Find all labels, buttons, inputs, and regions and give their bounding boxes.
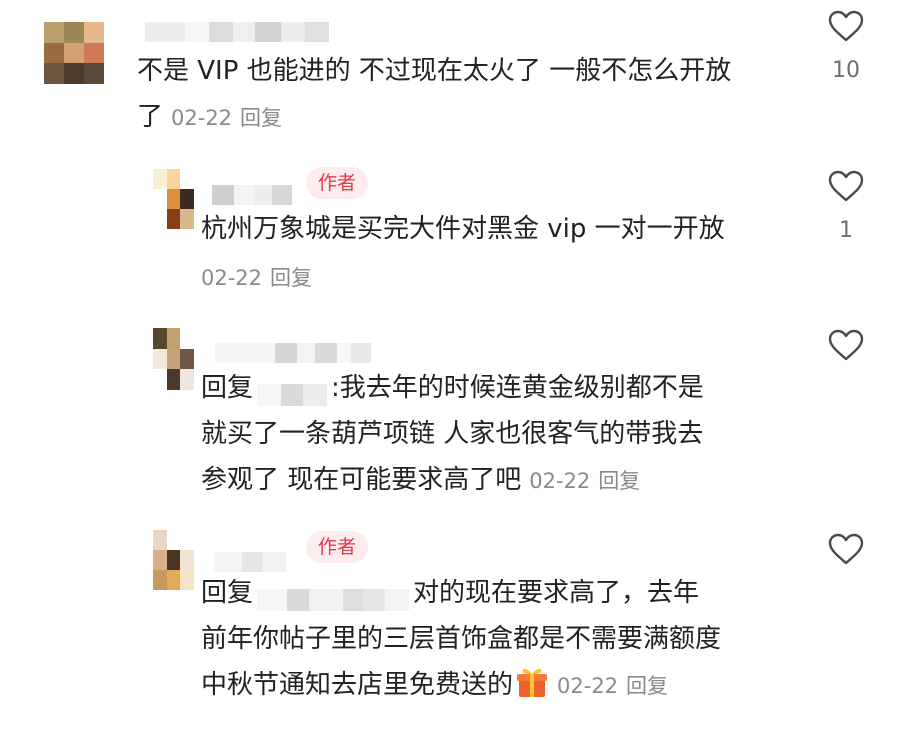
mention-masked[interactable] — [257, 580, 410, 611]
reply-prefix: 回复 — [201, 578, 254, 608]
like-button[interactable] — [826, 329, 866, 361]
comment-text: 回复 :我去年的时候连黄金级别都不是 就买了一条葫芦项链 人家也很客气的带我去 参… — [201, 365, 821, 504]
reply-prefix: 回复 — [201, 373, 254, 403]
username-masked[interactable] — [215, 343, 371, 363]
comment-date: 02-22 — [171, 106, 233, 130]
comment-text-line: :我去年的时候连黄金级别都不是 — [331, 373, 704, 403]
comment-date: 02-22 — [201, 266, 263, 290]
like-count: 1 — [839, 218, 853, 243]
author-badge: 作者 — [306, 167, 369, 199]
comment-text-line: 参观了 现在可能要求高了吧 — [201, 465, 522, 495]
comment-text-line: 杭州万象城是买完大件对黑金 vip 一对一开放 — [201, 214, 725, 244]
comment-meta: 02-22 回复 — [171, 106, 282, 130]
heart-outline-icon — [828, 170, 864, 202]
reply-button[interactable]: 回复 — [626, 674, 668, 698]
comment-text-line: 中秋节通知去店里免费送的 — [201, 670, 514, 700]
username-masked[interactable] — [145, 22, 329, 42]
comment-text-line: 不是 VIP 也能进的 不过现在太火了 一般不怎么开放 — [137, 56, 732, 86]
comment-meta: 02-22 回复 — [557, 674, 668, 698]
heart-outline-icon — [828, 329, 864, 361]
heart-outline-icon — [828, 533, 864, 565]
comment-text: 不是 VIP 也能进的 不过现在太火了 一般不怎么开放 了 02-22 回复 — [137, 48, 817, 141]
like-button[interactable]: 1 — [826, 170, 866, 243]
mention-masked[interactable] — [257, 375, 328, 406]
comment-meta: 02-22 回复 — [201, 254, 312, 301]
heart-outline-icon — [828, 10, 864, 42]
username-masked[interactable] — [212, 185, 292, 205]
reply-button[interactable]: 回复 — [240, 106, 282, 130]
reply-button[interactable]: 回复 — [270, 266, 312, 290]
comment-date: 02-22 — [557, 674, 619, 698]
username-masked[interactable] — [214, 552, 286, 572]
author-badge: 作者 — [306, 531, 369, 563]
avatar[interactable] — [153, 530, 194, 590]
comment-text: 回复 对的现在要求高了，去年 前年你帖子里的三层首饰盒都是不需要满额度 中秋节通知… — [201, 570, 821, 709]
comment-text-line: 前年你帖子里的三层首饰盒都是不需要满额度 — [201, 624, 722, 654]
avatar[interactable] — [153, 169, 194, 229]
like-count: 10 — [832, 58, 860, 83]
like-button[interactable] — [826, 533, 866, 565]
avatar[interactable] — [153, 328, 194, 390]
reply-button[interactable]: 回复 — [598, 469, 640, 493]
comment-text: 杭州万象城是买完大件对黑金 vip 一对一开放 — [201, 206, 821, 252]
gift-box-icon — [517, 668, 548, 697]
comment-text-line: 对的现在要求高了，去年 — [413, 578, 700, 608]
comment-meta: 02-22 回复 — [529, 469, 640, 493]
avatar[interactable] — [44, 22, 104, 84]
comment-text-line: 了 — [137, 102, 164, 132]
comment-date: 02-22 — [529, 469, 591, 493]
comment-text-line: 就买了一条葫芦项链 人家也很客气的带我去 — [201, 419, 704, 449]
like-button[interactable]: 10 — [826, 10, 866, 83]
